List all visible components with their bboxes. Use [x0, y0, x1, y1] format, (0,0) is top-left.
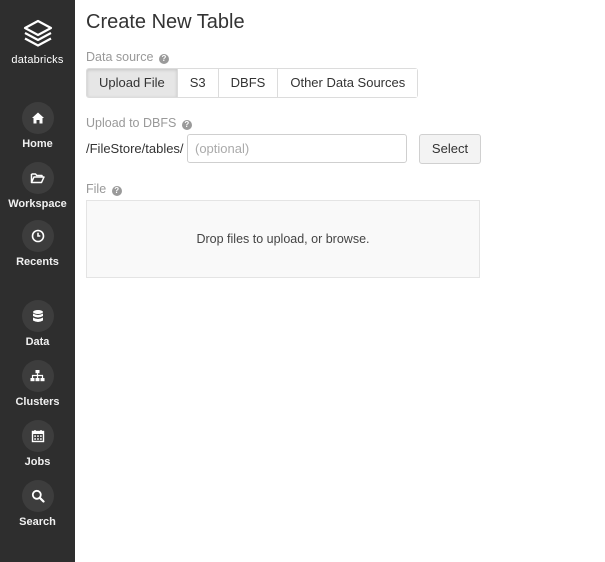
dbfs-path-prefix: /FileStore/tables/ [86, 141, 184, 156]
page-title: Create New Table [86, 11, 245, 33]
file-dropzone[interactable]: Drop files to upload, or browse. [86, 200, 480, 278]
database-icon [32, 309, 43, 322]
sidebar-item-label: Workspace [8, 198, 67, 210]
sidebar-item-recents[interactable]: Recents [0, 220, 75, 268]
sidebar-item-home[interactable]: Home [0, 102, 75, 150]
data-source-label-text: Data source [86, 50, 154, 64]
sitemap-icon [30, 370, 45, 382]
home-icon [31, 112, 44, 124]
sidebar-item-label: Recents [16, 256, 59, 268]
sidebar-item-jobs[interactable]: Jobs [0, 420, 75, 468]
help-icon[interactable]: ? [181, 120, 192, 130]
tab-s3[interactable]: S3 [176, 69, 218, 97]
sidebar-item-data[interactable]: Data [0, 300, 75, 348]
tab-upload-file[interactable]: Upload File [87, 69, 177, 97]
sidebar-item-search[interactable]: Search [0, 480, 75, 528]
databricks-logo-icon [23, 19, 52, 47]
file-label: File ? [86, 182, 122, 196]
folder-open-icon [30, 173, 45, 184]
sidebar-item-label: Jobs [24, 456, 51, 468]
folder-open-icon-circle [21, 162, 54, 194]
sidebar-item-label: Search [19, 516, 56, 528]
upload-to-dbfs-label-text: Upload to DBFS [86, 116, 177, 130]
clock-icon [31, 229, 44, 243]
data-source-label: Data source ? [86, 50, 169, 64]
search-icon-circle [21, 480, 54, 512]
brand-name: databricks [11, 54, 64, 66]
sidebar-item-workspace[interactable]: Workspace [0, 162, 75, 210]
help-icon[interactable]: ? [111, 186, 122, 196]
tab-dbfs[interactable]: DBFS [217, 69, 278, 97]
sidebar-item-clusters[interactable]: Clusters [0, 360, 75, 408]
search-icon [31, 489, 45, 503]
home-icon-circle [21, 102, 54, 134]
help-icon[interactable]: ? [158, 54, 169, 64]
select-button[interactable]: Select [419, 134, 481, 164]
data-source-tabs: Upload File S3 DBFS Other Data Sources [86, 68, 419, 98]
database-icon-circle [21, 300, 54, 332]
sidebar-item-label: Clusters [15, 396, 60, 408]
calendar-icon [31, 430, 44, 443]
upload-to-dbfs-label: Upload to DBFS ? [86, 116, 192, 130]
dbfs-path-input[interactable] [187, 134, 407, 163]
brand-logo[interactable]: databricks [0, 18, 75, 66]
sidebar: databricks Home Workspace Recents Data C… [0, 0, 75, 562]
tab-other-data-sources[interactable]: Other Data Sources [277, 69, 418, 97]
sitemap-icon-circle [21, 360, 54, 392]
sidebar-item-label: Data [25, 336, 50, 348]
file-label-text: File [86, 182, 107, 196]
clock-icon-circle [21, 220, 54, 252]
dropzone-text: Drop files to upload, or browse. [196, 232, 370, 246]
calendar-icon-circle [21, 420, 54, 452]
sidebar-item-label: Home [22, 138, 53, 150]
